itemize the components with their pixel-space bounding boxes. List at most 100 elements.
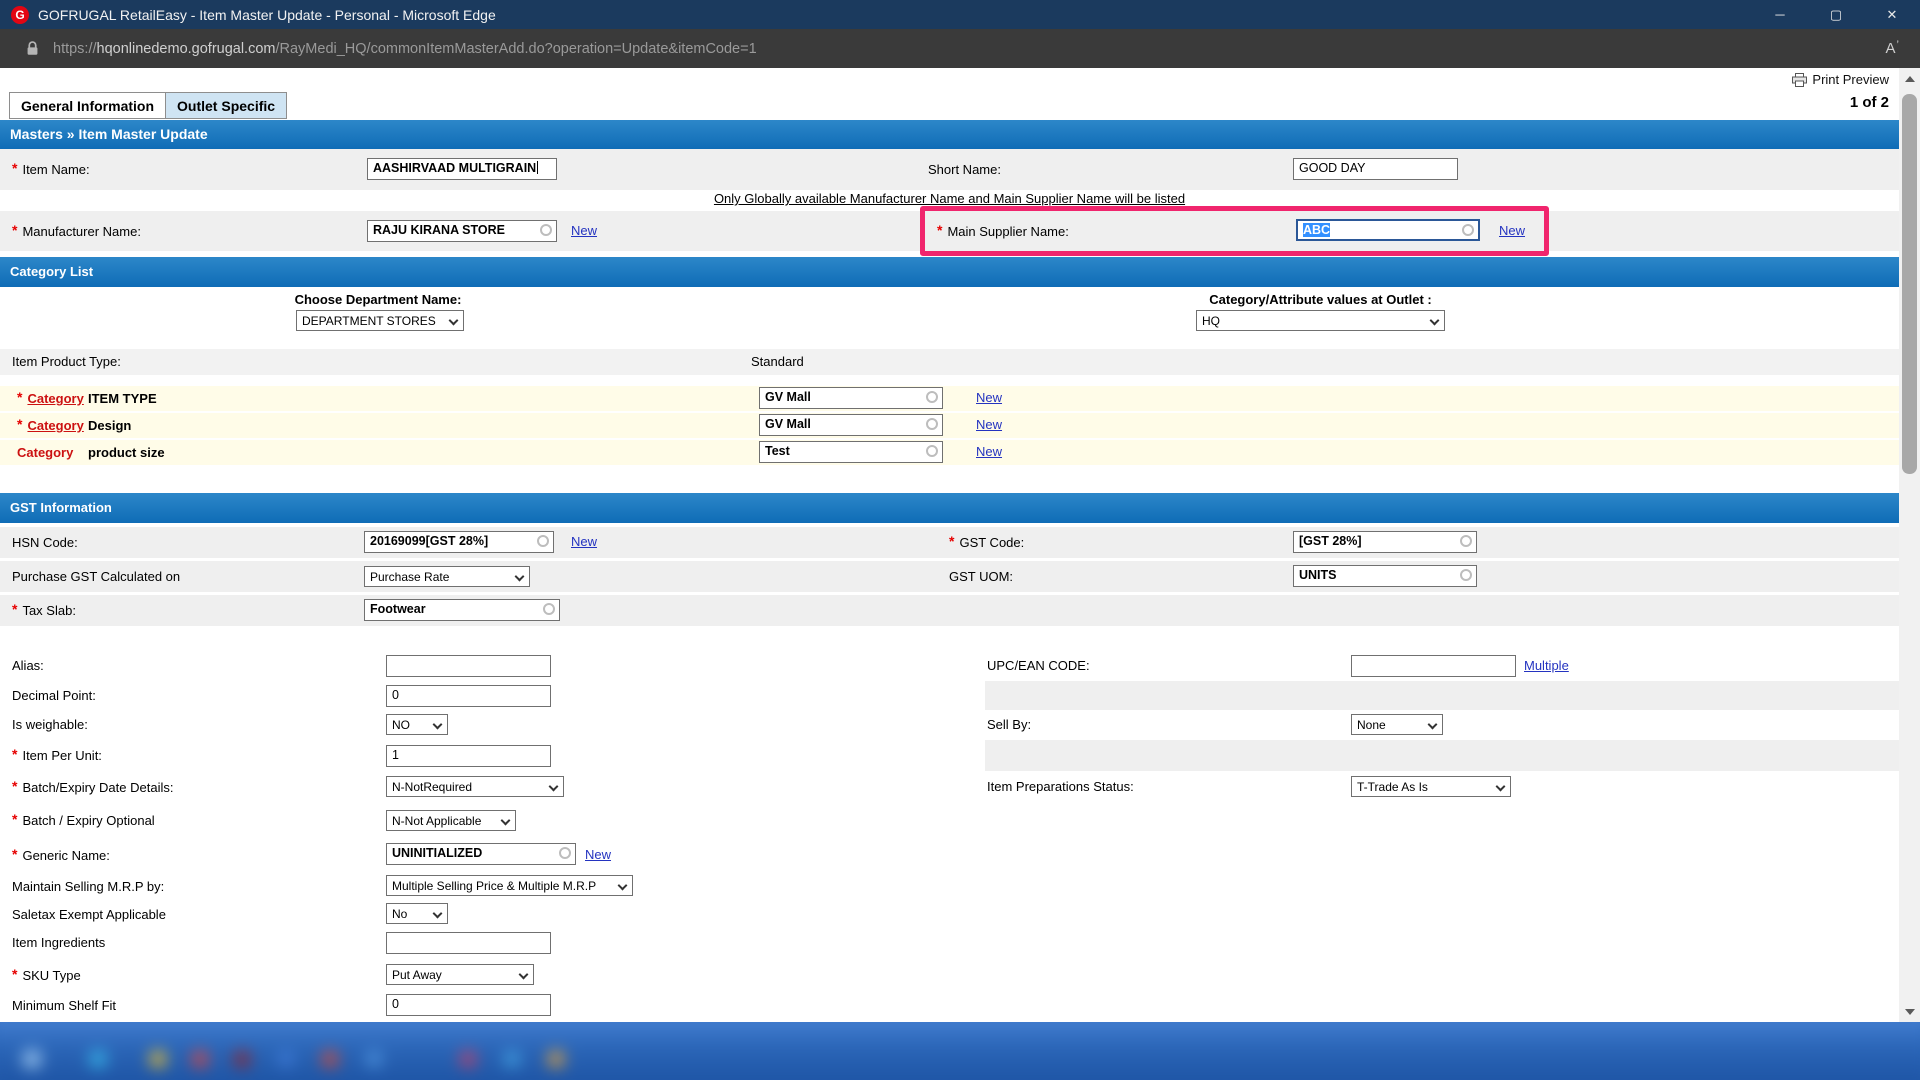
lookup-icon[interactable] bbox=[926, 418, 938, 430]
printer-icon bbox=[1792, 73, 1807, 87]
chevron-down-icon bbox=[1428, 720, 1438, 730]
category-label: Category bbox=[17, 445, 73, 460]
print-preview-button[interactable]: Print Preview bbox=[1792, 72, 1889, 87]
item-ingredients-input[interactable] bbox=[386, 932, 551, 954]
maximize-button[interactable]: ▢ bbox=[1808, 0, 1864, 29]
hsn-code-new-link[interactable]: New bbox=[571, 534, 597, 549]
is-weighable-select[interactable]: NO bbox=[386, 714, 448, 735]
category-product-size-new-link[interactable]: New bbox=[976, 444, 1002, 459]
category-list-header: Category List bbox=[0, 257, 1899, 287]
chevron-down-icon bbox=[501, 816, 511, 826]
tab-outlet-specific[interactable]: Outlet Specific bbox=[166, 92, 287, 119]
scroll-down-button[interactable] bbox=[1899, 1001, 1920, 1022]
short-name-input[interactable]: GOOD DAY bbox=[1293, 158, 1458, 180]
saletax-exempt-label: Saletax Exempt Applicable bbox=[12, 901, 166, 928]
decimal-point-row: Decimal Point: 0 bbox=[0, 681, 1899, 710]
manufacturer-name-input[interactable]: RAJU KIRANA STORE bbox=[367, 220, 557, 242]
selected-text: ABC bbox=[1303, 223, 1330, 237]
upc-multiple-link[interactable]: Multiple bbox=[1524, 658, 1569, 673]
generic-name-label: *Generic Name: bbox=[12, 838, 110, 873]
category-design-new-link[interactable]: New bbox=[976, 417, 1002, 432]
minimum-shelf-fit-input[interactable]: 0 bbox=[386, 994, 551, 1016]
gst-uom-input[interactable]: UNITS bbox=[1293, 565, 1477, 587]
lookup-icon[interactable] bbox=[537, 535, 549, 547]
chevron-down-icon bbox=[1905, 1009, 1915, 1015]
tax-slab-row: *Tax Slab: Footwear bbox=[0, 595, 1899, 626]
item-name-label: *Item Name: bbox=[12, 149, 90, 190]
generic-name-new-link[interactable]: New bbox=[585, 847, 611, 862]
purchase-gst-label: Purchase GST Calculated on bbox=[12, 561, 180, 592]
saletax-exempt-select[interactable]: No bbox=[386, 903, 448, 924]
outlet-select[interactable]: HQ bbox=[1196, 310, 1445, 331]
item-product-type-label: Item Product Type: bbox=[12, 349, 121, 375]
item-per-unit-input[interactable]: 1 bbox=[386, 745, 551, 767]
tax-slab-input[interactable]: Footwear bbox=[364, 599, 560, 621]
required-marker: * bbox=[12, 966, 17, 982]
hsn-code-input[interactable]: 20169099[GST 28%] bbox=[364, 531, 554, 553]
lookup-icon[interactable] bbox=[543, 603, 555, 615]
tab-general-information[interactable]: General Information bbox=[9, 92, 166, 119]
required-marker: * bbox=[17, 389, 22, 405]
alias-input[interactable] bbox=[386, 655, 551, 677]
lookup-icon[interactable] bbox=[1462, 224, 1474, 236]
hsn-code-row: HSN Code: 20169099[GST 28%] New *GST Cod… bbox=[0, 527, 1899, 558]
alias-row: Alias: UPC/EAN CODE: Multiple bbox=[0, 651, 1899, 681]
sell-by-select[interactable]: None bbox=[1351, 714, 1443, 735]
item-name-row: *Item Name: AASHIRVAAD MULTIGRAIN Short … bbox=[0, 149, 1899, 190]
saletax-exempt-row: Saletax Exempt Applicable No bbox=[0, 901, 1899, 928]
category-item-type-input[interactable]: GV Mall bbox=[759, 387, 943, 409]
lookup-icon[interactable] bbox=[540, 224, 552, 236]
sku-type-select[interactable]: Put Away bbox=[386, 964, 534, 985]
windows-taskbar[interactable] bbox=[0, 1022, 1920, 1080]
choose-department-label: Choose Department Name: bbox=[288, 292, 468, 307]
minimize-button[interactable]: ─ bbox=[1752, 0, 1808, 29]
category-label: Category bbox=[27, 391, 83, 406]
item-name-input[interactable]: AASHIRVAAD MULTIGRAIN bbox=[367, 158, 557, 180]
batch-expiry-optional-select[interactable]: N-Not Applicable bbox=[386, 810, 516, 831]
lookup-icon[interactable] bbox=[926, 445, 938, 457]
lookup-icon[interactable] bbox=[559, 847, 571, 859]
main-supplier-new-link[interactable]: New bbox=[1499, 223, 1525, 238]
lookup-icon[interactable] bbox=[926, 391, 938, 403]
read-aloud-icon[interactable]: A bbox=[1886, 40, 1898, 57]
item-ingredients-row: Item Ingredients bbox=[0, 928, 1899, 958]
browser-address-bar[interactable]: https://hqonlinedemo.gofrugal.com/RayMed… bbox=[0, 29, 1920, 68]
hsn-code-label: HSN Code: bbox=[12, 527, 78, 558]
close-button[interactable]: ✕ bbox=[1864, 0, 1920, 29]
chevron-up-icon bbox=[1905, 76, 1915, 82]
browser-window: G GOFRUGAL RetailEasy - Item Master Upda… bbox=[0, 0, 1920, 1080]
item-ingredients-label: Item Ingredients bbox=[12, 928, 105, 958]
maintain-mrp-row: Maintain Selling M.R.P by: Multiple Sell… bbox=[0, 872, 1899, 901]
chevron-down-icon bbox=[433, 909, 443, 919]
department-select[interactable]: DEPARTMENT STORES bbox=[296, 310, 464, 331]
required-marker: * bbox=[12, 811, 17, 827]
is-weighable-row: Is weighable: NO Sell By: None bbox=[0, 710, 1899, 740]
main-supplier-name-input[interactable]: ABC bbox=[1296, 219, 1480, 241]
chevron-down-icon bbox=[449, 316, 459, 326]
lookup-icon[interactable] bbox=[1460, 535, 1472, 547]
upc-ean-label: UPC/EAN CODE: bbox=[987, 651, 1090, 681]
lookup-icon[interactable] bbox=[1460, 569, 1472, 581]
scrollbar[interactable] bbox=[1899, 68, 1920, 1022]
upc-ean-input[interactable] bbox=[1351, 655, 1516, 677]
scrollbar-thumb[interactable] bbox=[1902, 94, 1917, 474]
batch-expiry-details-select[interactable]: N-NotRequired bbox=[386, 776, 564, 797]
category-product-size-input[interactable]: Test bbox=[759, 441, 943, 463]
decimal-point-input[interactable]: 0 bbox=[386, 685, 551, 707]
batch-expiry-details-row: *Batch/Expiry Date Details: N-NotRequire… bbox=[0, 771, 1899, 803]
category-label: Category bbox=[27, 418, 83, 433]
category-design-input[interactable]: GV Mall bbox=[759, 414, 943, 436]
manufacturer-new-link[interactable]: New bbox=[571, 223, 597, 238]
category-item-type-new-link[interactable]: New bbox=[976, 390, 1002, 405]
gst-code-input[interactable]: [GST 28%] bbox=[1293, 531, 1477, 553]
site-security-icon[interactable] bbox=[26, 41, 39, 56]
item-preparations-status-select[interactable]: T-Trade As Is bbox=[1351, 776, 1511, 797]
maintain-mrp-select[interactable]: Multiple Selling Price & Multiple M.R.P bbox=[386, 875, 633, 896]
required-marker: * bbox=[12, 778, 17, 794]
required-marker: * bbox=[12, 601, 17, 617]
scroll-up-button[interactable] bbox=[1899, 68, 1920, 89]
page-indicator: 1 of 2 bbox=[1850, 94, 1889, 111]
maintain-mrp-label: Maintain Selling M.R.P by: bbox=[12, 872, 164, 901]
purchase-gst-select[interactable]: Purchase Rate bbox=[364, 566, 530, 587]
generic-name-input[interactable]: UNINITIALIZED bbox=[386, 843, 576, 865]
